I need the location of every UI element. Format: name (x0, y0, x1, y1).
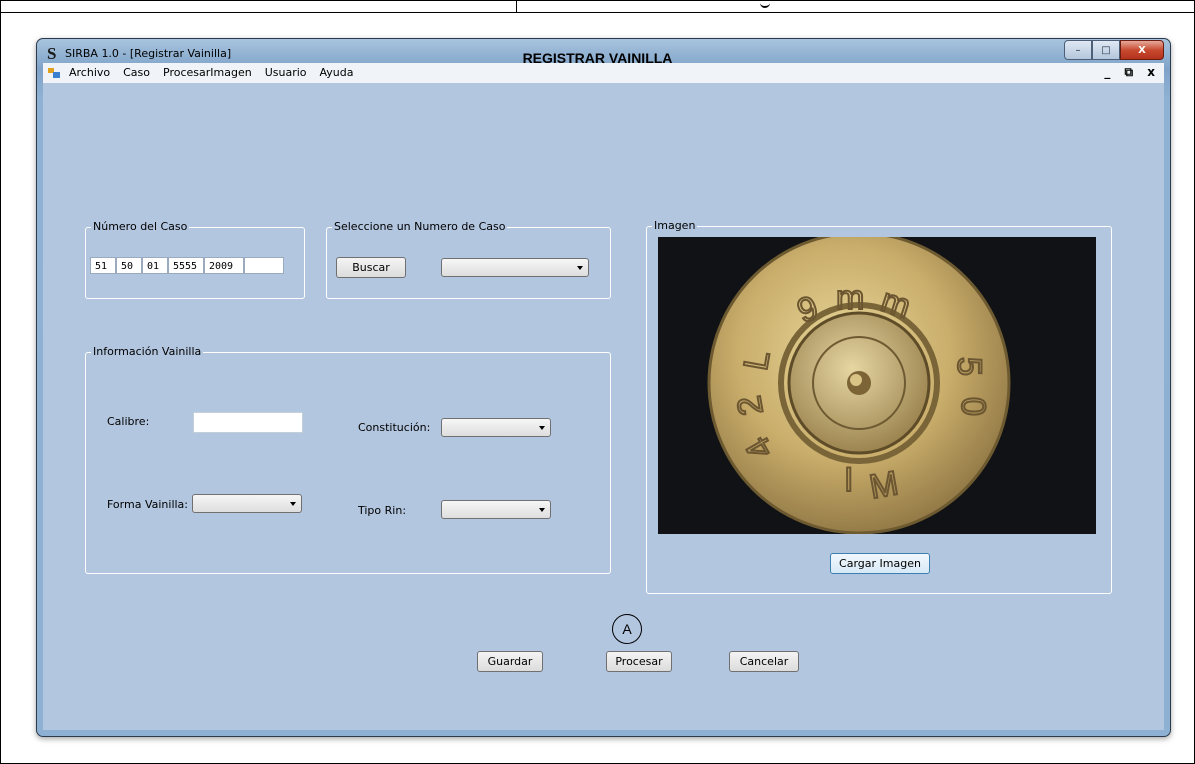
caso-select[interactable] (441, 258, 589, 277)
chevron-down-icon (290, 502, 296, 506)
informacion-vainilla-legend: Información Vainilla (91, 345, 204, 358)
cancelar-button[interactable]: Cancelar (729, 651, 799, 672)
imagen-legend: Imagen (652, 219, 698, 232)
menu-bar: Archivo Caso ProcesarImagen Usuario Ayud… (43, 63, 1164, 83)
caso-field-3[interactable]: 01 (142, 257, 168, 274)
form-title: REGISTRAR VAINILLA (522, 50, 673, 66)
tipo-rin-select[interactable] (441, 500, 551, 519)
cartridge-case-graphic: 9 m m 5 0 I M 4 2 L (707, 231, 1011, 535)
headstamp-char-5: 0 (954, 397, 992, 416)
constitucion-label: Constitución: (358, 421, 431, 434)
numero-caso-legend: Número del Caso (91, 220, 190, 233)
headstamp-char-4: 5 (950, 357, 988, 376)
buscar-button[interactable]: Buscar (336, 257, 406, 278)
caso-field-5[interactable]: 2009 (204, 257, 244, 274)
caso-field-6[interactable] (244, 257, 284, 274)
mdi-controls[interactable]: _ ⧉ x (1104, 65, 1160, 80)
calibre-input[interactable] (193, 412, 303, 433)
seleccione-caso-legend: Seleccione un Numero de Caso (332, 220, 508, 233)
calibre-label: Calibre: (107, 415, 150, 428)
caso-field-2[interactable]: 50 (116, 257, 142, 274)
chevron-down-icon (539, 426, 545, 430)
procesar-button[interactable]: Procesar (606, 651, 672, 672)
cargar-imagen-button[interactable]: Cargar Imagen (830, 553, 930, 574)
guardar-button[interactable]: Guardar (477, 651, 543, 672)
menu-archivo[interactable]: Archivo (69, 66, 110, 79)
cartridge-headstamp-image: 9 m m 5 0 I M 4 2 L (658, 231, 1096, 535)
informacion-vainilla-group: Información Vainilla (85, 345, 611, 574)
chevron-down-icon (577, 266, 583, 270)
menu-usuario[interactable]: Usuario (265, 66, 307, 79)
menu-procesar-imagen[interactable]: ProcesarImagen (163, 66, 252, 79)
menu-items: Archivo Caso ProcesarImagen Usuario Ayud… (69, 66, 367, 79)
mdi-child-icon[interactable] (47, 66, 61, 80)
document-header-lines (0, 0, 1195, 13)
menu-caso[interactable]: Caso (123, 66, 150, 79)
forma-vainilla-select[interactable] (192, 494, 302, 513)
tipo-rin-label: Tipo Rin: (358, 504, 407, 517)
constitucion-select[interactable] (441, 418, 551, 437)
chevron-down-icon (539, 508, 545, 512)
forma-vainilla-label: Forma Vainilla: (107, 498, 189, 511)
menu-ayuda[interactable]: Ayuda (320, 66, 354, 79)
headstamp-char-6: I (844, 461, 853, 499)
caso-field-1[interactable]: 51 (90, 257, 116, 274)
caso-field-4[interactable]: 5555 (168, 257, 204, 274)
annotation-marker: A (612, 614, 642, 644)
headstamp-char-2: m (836, 279, 864, 317)
